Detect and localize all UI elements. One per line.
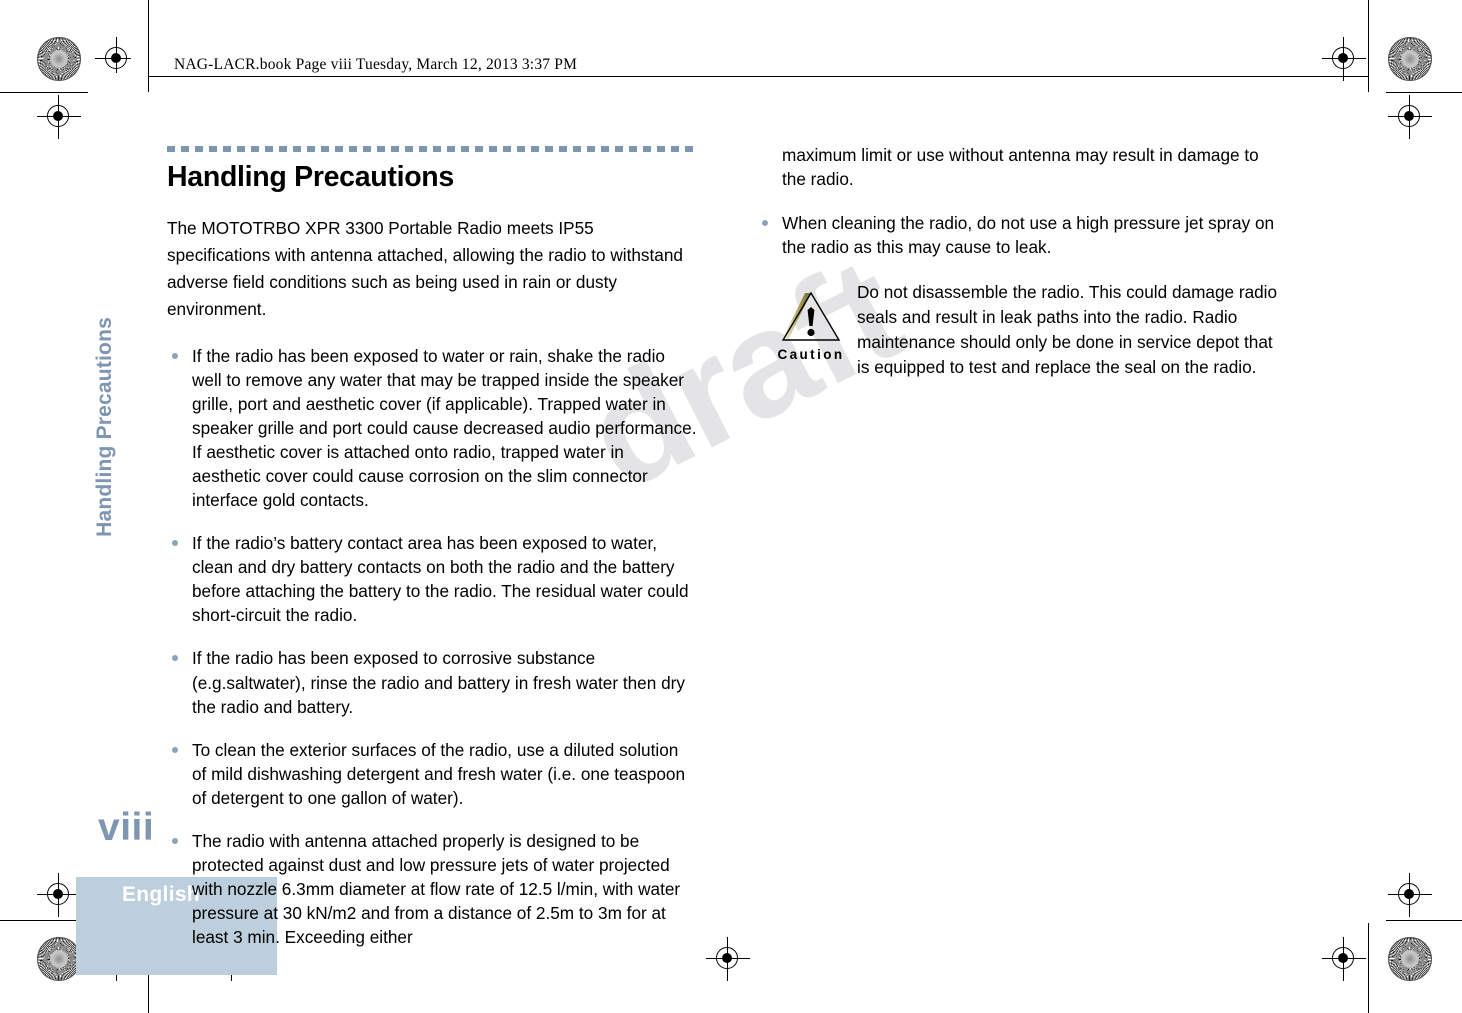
starburst-registration-mark-top-left (37, 37, 81, 81)
left-bullet-list: If the radio has been exposed to water o… (167, 344, 697, 950)
list-item: If the radio has been exposed to water o… (167, 344, 697, 513)
right-bullet-list: When cleaning the radio, do not use a hi… (757, 211, 1287, 259)
left-text-column: Handling Precautions The MOTOTRBO XPR 33… (167, 146, 697, 968)
page-canvas: NAG-LACR.book Page viii Tuesday, March 1… (0, 0, 1462, 1013)
crop-line-vertical-bottom-right (1368, 923, 1370, 1013)
title-dashed-rule (167, 146, 695, 152)
list-item: When cleaning the radio, do not use a hi… (757, 211, 1287, 259)
page-number: viii (98, 806, 155, 849)
crop-line-horizontal-top-left (0, 92, 88, 94)
crosshair-registration-mark-top-left (95, 37, 139, 81)
intro-paragraph: The MOTOTRBO XPR 3300 Portable Radio mee… (167, 217, 683, 320)
header-underline (148, 76, 1368, 78)
book-slug-line: NAG-LACR.book Page viii Tuesday, March 1… (174, 56, 578, 73)
caution-body-text: Do not disassemble the radio. This could… (857, 282, 1278, 378)
crosshair-registration-mark-bottom-center (1322, 937, 1366, 981)
crop-line-horizontal-top-right (1386, 92, 1462, 94)
list-item: To clean the exterior surfaces of the ra… (167, 738, 697, 810)
caution-callout: Caution Do not disassemble the radio. Th… (757, 278, 1287, 380)
page-title: Handling Precautions (167, 161, 454, 193)
crosshair-registration-mark-right-upper (1388, 95, 1432, 139)
warning-triangle-icon (781, 291, 841, 342)
crop-line-vertical-right (1368, 0, 1370, 92)
list-item: If the radio’s battery contact area has … (167, 531, 697, 627)
crosshair-registration-mark-top-right (1322, 37, 1366, 81)
continuation-paragraph: maximum limit or use without antenna may… (782, 145, 1259, 190)
crosshair-registration-mark-right-lower (1388, 873, 1432, 917)
chapter-side-label: Handling Precautions (93, 317, 116, 537)
starburst-registration-mark-top-right (1388, 37, 1432, 81)
crosshair-registration-mark-left-upper (37, 95, 81, 139)
crosshair-registration-mark-bottom-middle (706, 937, 750, 981)
caution-icon-group: Caution (765, 278, 857, 362)
right-text-column: maximum limit or use without antenna may… (757, 143, 1287, 380)
crop-line-horizontal-bottom-right (1386, 920, 1462, 922)
caution-label: Caution (777, 347, 845, 363)
crop-line-horizontal-bottom-left (0, 920, 88, 922)
crop-line-vertical-left (148, 0, 150, 92)
starburst-registration-mark-bottom-right (1388, 937, 1432, 981)
starburst-registration-mark-bottom-left (37, 937, 81, 981)
crosshair-registration-mark-left-lower (37, 873, 81, 917)
list-item: If the radio has been exposed to corrosi… (167, 646, 697, 718)
list-item: The radio with antenna attached properly… (167, 829, 697, 949)
